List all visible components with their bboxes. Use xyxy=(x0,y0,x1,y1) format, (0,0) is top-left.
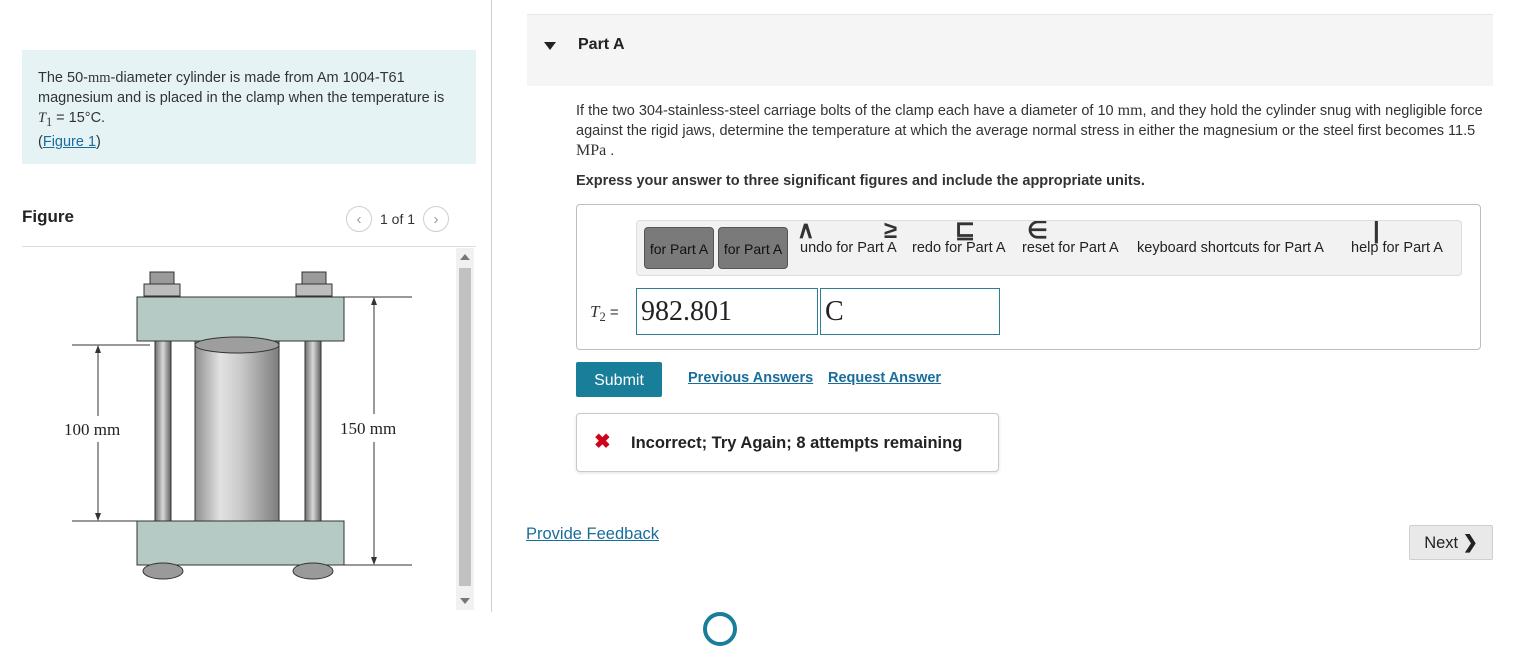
scroll-up-icon[interactable] xyxy=(460,254,470,260)
figure-title: Figure xyxy=(22,207,74,226)
reset-button[interactable]: reset for Part A xyxy=(1022,240,1119,256)
top-jaw xyxy=(136,296,345,342)
question-part-1: If the two 304-stainless-steel carriage … xyxy=(576,103,1118,119)
templates-button-label: for Part A xyxy=(649,241,709,257)
figure-scrollbar[interactable] xyxy=(456,248,474,610)
figure-counter: 1 of 1 xyxy=(380,211,416,227)
figure-image: 100 mm 150 mm xyxy=(22,248,456,624)
submit-button[interactable]: Submit xyxy=(576,362,662,397)
dimension-right-label: 150 mm xyxy=(340,419,396,438)
question-unit-mpa: MPa xyxy=(576,142,607,159)
answer-equals: = xyxy=(605,304,619,321)
temp-value: = 15°C. xyxy=(52,110,106,126)
question-text: If the two 304-stainless-steel carriage … xyxy=(576,101,1491,161)
scroll-down-icon[interactable] xyxy=(460,598,470,604)
part-header[interactable]: Part A xyxy=(527,14,1493,86)
help-chat-icon[interactable] xyxy=(703,612,737,646)
problem-text-1: The 50- xyxy=(38,70,88,86)
symbols-button-label: for Part A xyxy=(723,241,783,257)
answer-value-input[interactable]: 982.801 xyxy=(636,288,818,335)
part-title: Part A xyxy=(578,36,625,53)
top-nut-right xyxy=(295,271,333,299)
top-nut-left xyxy=(143,271,181,299)
keyboard-shortcuts-button[interactable]: keyboard shortcuts for Part A xyxy=(1137,240,1324,256)
help-button[interactable]: help for Part A xyxy=(1351,240,1443,256)
math-toolbar: for Part A for Part A ∧ undo for Part A … xyxy=(636,220,1462,276)
bottom-jaw xyxy=(136,520,345,566)
bottom-bolt-head-left xyxy=(142,562,184,580)
problem-statement: The 50-mm-diameter cylinder is made from… xyxy=(22,50,476,164)
dimension-left-label: 100 mm xyxy=(64,420,120,439)
next-button[interactable]: Next ❯ xyxy=(1409,525,1493,560)
answer-box: for Part A for Part A ∧ undo for Part A … xyxy=(576,204,1481,350)
column-divider xyxy=(491,0,492,612)
clamp-diagram: 100 mm 150 mm xyxy=(64,271,412,580)
chevron-left-icon[interactable]: ‹ xyxy=(346,206,372,232)
answer-variable-label: T2 = xyxy=(590,302,619,325)
bottom-bolt-head-right xyxy=(292,562,334,580)
close-icon: ✖ xyxy=(594,431,611,453)
left-bolt xyxy=(154,340,172,522)
figure-navigation: ‹ 1 of 1 › xyxy=(346,206,450,232)
chevron-right-icon: ❯ xyxy=(1462,532,1478,552)
right-bolt xyxy=(304,340,322,522)
question-unit-mm: mm xyxy=(1117,102,1143,119)
request-answer-link[interactable]: Request Answer xyxy=(828,370,941,386)
next-button-label: Next xyxy=(1424,534,1459,552)
redo-button[interactable]: redo for Part A xyxy=(912,240,1006,256)
previous-answers-link[interactable]: Previous Answers xyxy=(688,370,813,386)
provide-feedback-link[interactable]: Provide Feedback xyxy=(526,525,659,544)
feedback-message: ✖ Incorrect; Try Again; 8 attempts remai… xyxy=(576,413,999,472)
dimension-left: 100 mm xyxy=(64,344,150,522)
figure-divider xyxy=(22,246,476,247)
instruction-text: Express your answer to three significant… xyxy=(576,173,1145,189)
chevron-right-icon[interactable]: › xyxy=(423,206,450,232)
caret-down-icon[interactable] xyxy=(544,42,556,50)
symbols-button[interactable]: for Part A xyxy=(718,227,788,269)
problem-unit-mm: mm xyxy=(87,70,111,86)
undo-button[interactable]: undo for Part A xyxy=(800,240,897,256)
question-end: . xyxy=(606,143,615,159)
magnesium-cylinder xyxy=(194,340,280,522)
answer-unit-input[interactable]: C xyxy=(820,288,1000,335)
temp-symbol: T xyxy=(38,110,47,126)
figure-link[interactable]: Figure 1 xyxy=(43,134,96,150)
templates-button[interactable]: for Part A xyxy=(644,227,714,269)
feedback-text: Incorrect; Try Again; 8 attempts remaini… xyxy=(631,434,963,452)
scroll-thumb[interactable] xyxy=(459,268,471,586)
